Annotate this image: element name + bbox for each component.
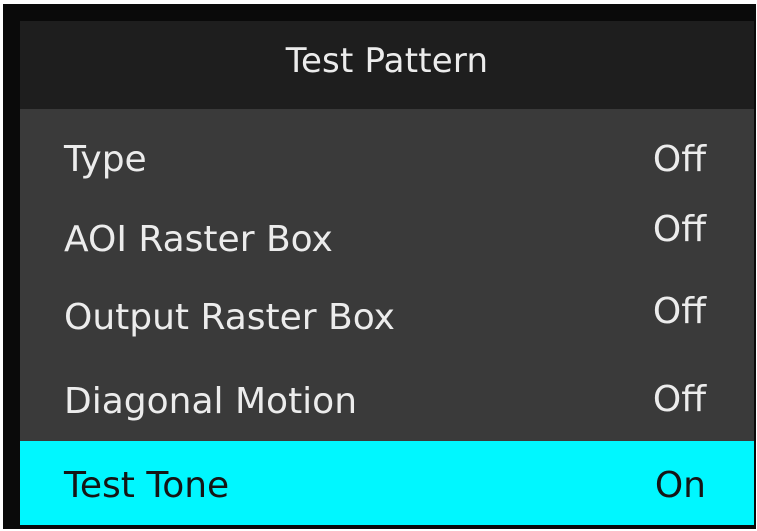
menu-item-label: Diagonal Motion <box>64 381 358 422</box>
menu-item-label: Test Tone <box>64 465 230 506</box>
menu-item-value: On <box>654 465 706 506</box>
menu-item-value: Off <box>652 291 706 332</box>
menu-item-output-raster-box[interactable]: Output Raster Box Off <box>20 281 754 361</box>
menu-item-label: Output Raster Box <box>64 297 395 338</box>
menu-item-test-tone[interactable]: Test Tone On <box>20 441 754 525</box>
menu-item-type[interactable]: Type Off <box>20 121 754 201</box>
menu-item-value: Off <box>652 209 706 250</box>
menu-header: Test Pattern <box>20 21 754 109</box>
menu-item-diagonal-motion[interactable]: Diagonal Motion Off <box>20 361 754 441</box>
menu-item-aoi-raster-box[interactable]: AOI Raster Box Off <box>20 201 754 281</box>
menu-item-value: Off <box>652 139 706 180</box>
menu-item-value: Off <box>652 379 706 420</box>
menu-title: Test Pattern <box>285 41 489 81</box>
menu-item-label: AOI Raster Box <box>64 219 333 260</box>
osd-frame: Test Pattern Type Off AOI Raster Box Off… <box>3 4 756 529</box>
test-pattern-menu: Test Pattern Type Off AOI Raster Box Off… <box>20 21 754 525</box>
menu-item-label: Type <box>64 139 147 180</box>
